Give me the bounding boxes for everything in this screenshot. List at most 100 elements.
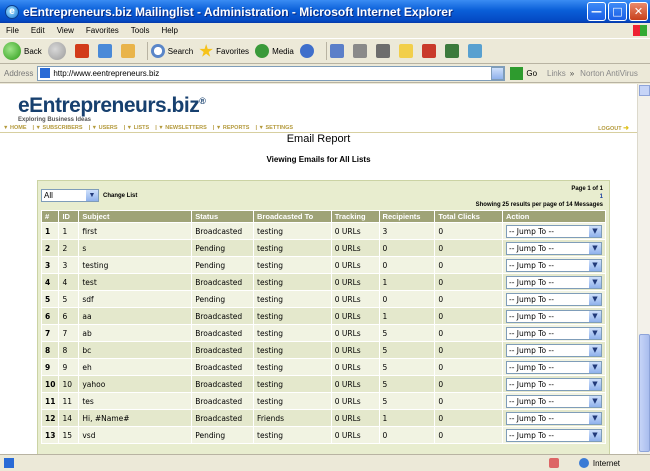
go-button[interactable]: Go (510, 66, 537, 80)
vertical-scrollbar[interactable] (637, 84, 650, 454)
forward-button[interactable] (47, 42, 69, 60)
row-tracking: 0 URLs (330, 273, 380, 291)
jump-to-select[interactable]: -- Jump To -- ▼ (506, 394, 602, 408)
row-subject: ab (78, 324, 193, 342)
row-action: -- Jump To -- ▼ (502, 426, 606, 444)
stop-button[interactable] (74, 44, 92, 58)
jump-to-label: -- Jump To -- (509, 345, 554, 355)
jump-to-select[interactable]: -- Jump To -- ▼ (506, 241, 602, 255)
nav-newsletters[interactable]: | ▼ NEWSLETTERS (152, 125, 210, 131)
table-row: 12 14 Hi, #Name# Broadcasted Friends 0 URLs 1 0… (40, 409, 606, 427)
page-link[interactable]: 1 (476, 193, 603, 201)
nav-home[interactable]: ▼ HOME (0, 125, 29, 131)
links-label[interactable]: Links (547, 69, 566, 78)
scroll-up-icon[interactable] (639, 85, 650, 96)
row-action: -- Jump To -- ▼ (502, 239, 606, 257)
logout-link[interactable]: LOGOUT ➜ (595, 124, 637, 132)
row-status: Broadcasted (191, 273, 255, 291)
jump-to-select[interactable]: -- Jump To -- ▼ (506, 326, 602, 340)
menu-file[interactable]: File (0, 26, 25, 35)
table-header: # ID Subject Status Broadcasted To Track… (40, 210, 606, 223)
table-row: 9 9 eh Broadcasted testing 0 URLs 5 0 -- Jump To… (40, 358, 606, 376)
menu-edit[interactable]: Edit (25, 26, 51, 35)
row-id: 2 (58, 239, 80, 257)
jump-to-select[interactable]: -- Jump To -- ▼ (506, 360, 602, 374)
row-number: 12 (40, 409, 60, 427)
menu-tools[interactable]: Tools (125, 26, 156, 35)
change-list-link[interactable]: Change List (103, 193, 137, 199)
favorites-button[interactable]: Favorites (199, 44, 249, 58)
back-button[interactable]: Back (3, 42, 42, 60)
row-recipients: 5 (378, 341, 436, 359)
internet-explorer-icon: e (5, 4, 19, 19)
row-action: -- Jump To -- ▼ (502, 409, 606, 427)
jump-to-select[interactable]: -- Jump To -- ▼ (506, 428, 602, 442)
nav-users[interactable]: | ▼ USERS (86, 125, 121, 131)
menu-view[interactable]: View (51, 26, 80, 35)
tools-button[interactable] (467, 44, 485, 58)
nav-subscribers[interactable]: | ▼ SUBSCRIBERS (29, 125, 85, 131)
address-input[interactable]: http://www.eentrepreneurs.biz (37, 65, 506, 81)
print-button[interactable] (352, 44, 370, 58)
chevron-down-icon: ▼ (589, 395, 601, 407)
row-id: 10 (58, 375, 80, 393)
jump-to-select[interactable]: -- Jump To -- ▼ (506, 275, 602, 289)
row-action: -- Jump To -- ▼ (502, 222, 606, 240)
row-status: Broadcasted (191, 358, 255, 376)
messenger-button[interactable] (421, 44, 439, 58)
row-recipients: 0 (378, 256, 436, 274)
minimize-button[interactable]: — (587, 2, 606, 21)
row-status: Pending (191, 426, 255, 444)
mail-button[interactable] (329, 44, 347, 58)
media-button[interactable]: Media (255, 44, 294, 58)
page-viewport: eEntrepreneurs.biz® Exploring Business I… (0, 84, 637, 454)
jump-to-select[interactable]: -- Jump To -- ▼ (506, 292, 602, 306)
row-subject: Hi, #Name# (78, 409, 193, 427)
menu-help[interactable]: Help (155, 26, 183, 35)
jump-to-select[interactable]: -- Jump To -- ▼ (506, 224, 602, 238)
row-tracking: 0 URLs (330, 222, 380, 240)
history-button[interactable] (299, 44, 317, 58)
chevron-down-icon: ▼ (589, 344, 601, 356)
menu-favorites[interactable]: Favorites (80, 26, 125, 35)
popup-blocker-icon[interactable] (548, 458, 559, 468)
nav-reports[interactable]: | ▼ REPORTS (210, 125, 253, 131)
row-tracking: 0 URLs (330, 256, 380, 274)
nav-lists[interactable]: | ▼ LISTS (121, 125, 153, 131)
jump-to-select[interactable]: -- Jump To -- ▼ (506, 411, 602, 425)
row-recipients: 0 (378, 426, 436, 444)
table-row: 5 5 sdf Pending testing 0 URLs 0 0 -- Jump To --… (40, 290, 606, 308)
refresh-button[interactable] (97, 44, 115, 58)
home-button[interactable] (120, 44, 138, 58)
scroll-thumb[interactable] (639, 334, 650, 452)
norton-antivirus-label[interactable]: Norton AntiVirus (580, 69, 638, 78)
row-id: 7 (58, 324, 80, 342)
maximize-button[interactable]: □ (608, 2, 627, 21)
chevron-right-icon[interactable]: » (570, 69, 574, 78)
list-select-value: All (44, 191, 53, 200)
search-button[interactable]: Search (150, 44, 193, 58)
col-action: Action (502, 210, 606, 223)
row-recipients: 0 (378, 290, 436, 308)
title-bar[interactable]: e eEntrepreneurs.biz Mailinglist - Admin… (0, 0, 650, 23)
row-total-clicks: 0 (434, 409, 503, 427)
row-total-clicks: 0 (434, 358, 503, 376)
folder-button[interactable] (398, 44, 416, 58)
search-icon (150, 44, 165, 58)
jump-to-select[interactable]: -- Jump To -- ▼ (506, 377, 602, 391)
table-row: 7 7 ab Broadcasted testing 0 URLs 5 0 -- Jump To… (40, 324, 606, 342)
row-broadcasted-to: Friends (253, 409, 332, 427)
research-button[interactable] (444, 44, 462, 58)
edit-button[interactable] (375, 44, 393, 58)
list-select[interactable]: All ▼ (41, 189, 99, 202)
address-dropdown-icon[interactable] (491, 66, 505, 80)
jump-to-select[interactable]: -- Jump To -- ▼ (506, 309, 602, 323)
nav-home-label: HOME (9, 125, 27, 131)
jump-to-select[interactable]: -- Jump To -- ▼ (506, 343, 602, 357)
site-logo[interactable]: eEntrepreneurs.biz® Exploring Business I… (18, 94, 206, 123)
jump-to-select[interactable]: -- Jump To -- ▼ (506, 258, 602, 272)
row-action: -- Jump To -- ▼ (502, 392, 606, 410)
nav-settings[interactable]: | ▼ SETTINGS (252, 125, 296, 131)
row-total-clicks: 0 (434, 222, 503, 240)
close-button[interactable]: ✕ (629, 2, 648, 21)
